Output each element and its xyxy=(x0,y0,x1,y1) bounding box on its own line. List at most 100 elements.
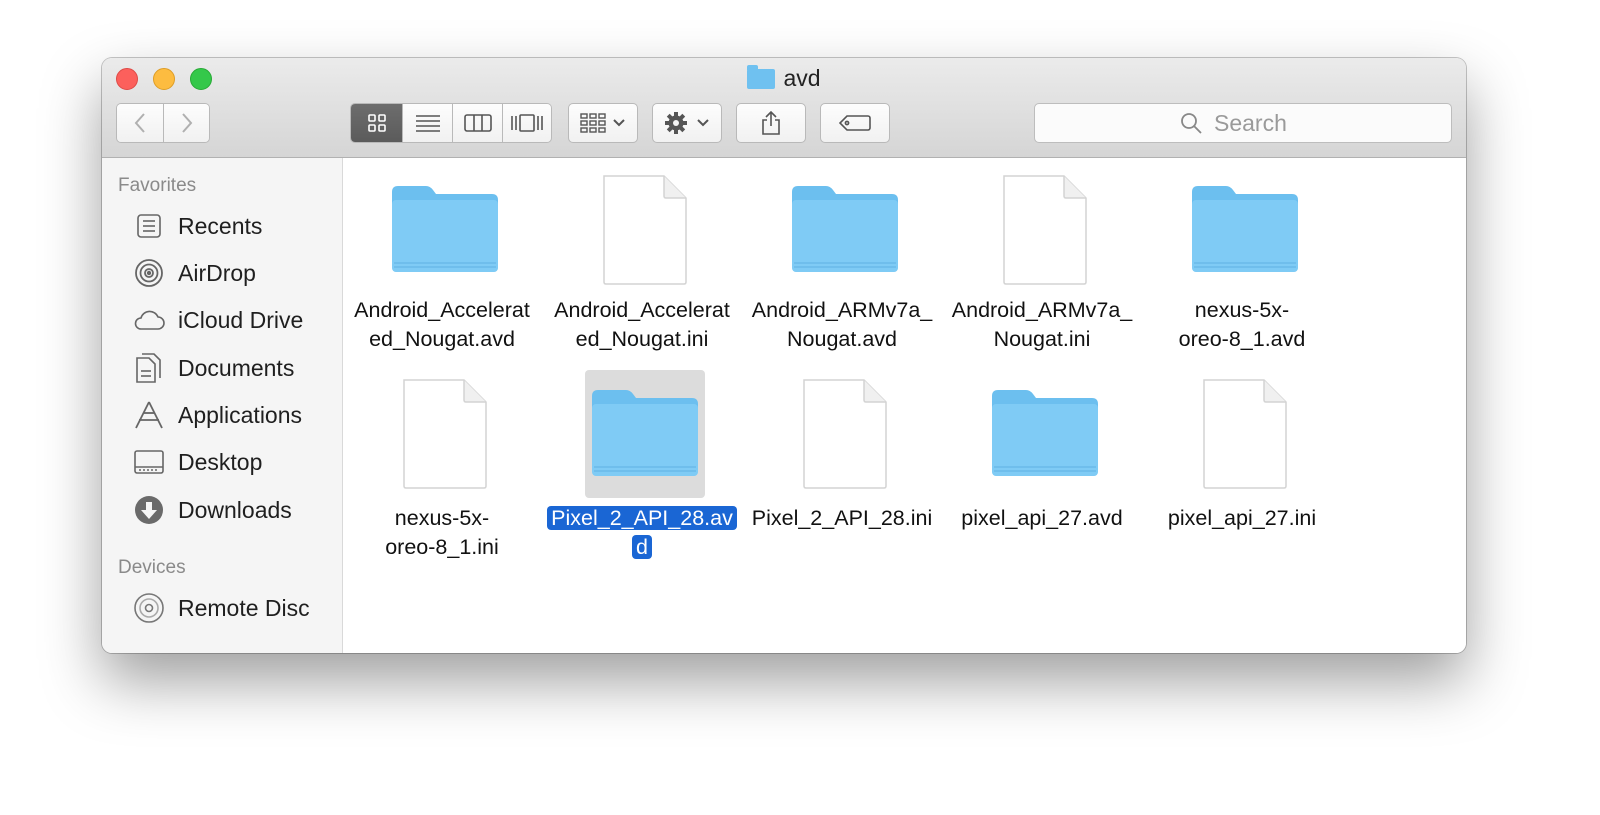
file-name-line: Android_ARMv7a_ xyxy=(751,298,933,322)
sidebar-item-downloads[interactable]: Downloads xyxy=(132,490,337,530)
cover-flow-view-button[interactable] xyxy=(503,104,551,142)
sidebar-item-desktop[interactable]: Desktop xyxy=(132,442,337,482)
file-name: Android_Accelerat ed_Nougat.ini xyxy=(544,296,740,354)
file-name: nexus-5x-oreo-8_1.avd xyxy=(1144,296,1340,354)
window-title: avd xyxy=(102,65,1466,92)
file-name: pixel_api_27.avd xyxy=(944,504,1140,533)
file-name-line: Nougat.avd xyxy=(787,327,897,351)
action-button[interactable] xyxy=(652,103,722,143)
file-name-line: Pixel_2_API_28.ini xyxy=(751,506,933,530)
recents-icon xyxy=(132,209,166,243)
file-name-line: Android_Accelerat xyxy=(554,298,730,322)
chevron-right-icon xyxy=(181,113,192,133)
sidebar-item-label: Desktop xyxy=(178,448,263,475)
window-title-text: avd xyxy=(783,65,821,91)
document-icon xyxy=(385,370,505,498)
file-item[interactable]: Pixel_2_API_28.ini xyxy=(744,370,940,560)
favorites-header: Favorites xyxy=(118,175,197,196)
file-name-line: d xyxy=(632,535,652,559)
gear-icon xyxy=(665,112,709,134)
chevron-left-icon xyxy=(134,113,145,133)
airdrop-icon xyxy=(132,256,166,290)
list-view-button[interactable] xyxy=(403,104,453,142)
file-item[interactable]: Android_Accelerat ed_Nougat.ini xyxy=(544,166,740,356)
file-name-line: oreo-8_1.ini xyxy=(385,535,499,559)
list-view-icon xyxy=(415,115,440,132)
sidebar-item-documents[interactable]: Documents xyxy=(132,348,337,388)
file-name-line: Pixel_2_API_28.av xyxy=(547,506,737,530)
file-name: Pixel_2_API_28.avd xyxy=(544,504,740,562)
sidebar-item-applications[interactable]: Applications xyxy=(132,395,337,435)
folder-icon xyxy=(1185,166,1305,294)
folder-icon xyxy=(747,65,776,89)
sidebar-item-airdrop[interactable]: AirDrop xyxy=(132,253,337,293)
column-view-icon xyxy=(463,114,492,132)
group-by-button[interactable] xyxy=(568,103,638,143)
tag-button[interactable] xyxy=(820,103,890,143)
file-item[interactable]: nexus-5x-oreo-8_1.ini xyxy=(344,370,540,560)
group-by-icon xyxy=(580,113,625,133)
file-name: Pixel_2_API_28.ini xyxy=(744,504,940,533)
file-item[interactable]: Android_Accelerat ed_Nougat.avd xyxy=(344,166,540,356)
cloud-icon xyxy=(132,303,166,337)
file-item[interactable]: nexus-5x-oreo-8_1.avd xyxy=(1144,166,1340,356)
sidebar-item-label: Documents xyxy=(178,354,295,381)
file-name: Android_ARMv7a_ Nougat.avd xyxy=(744,296,940,354)
folder-icon xyxy=(385,166,505,294)
finder-window: avd Search Favorites Recents AirDrop iCl… xyxy=(102,58,1466,653)
applications-icon xyxy=(132,398,166,432)
icon-view-icon xyxy=(367,114,386,132)
documents-icon xyxy=(132,351,166,385)
sidebar-item-label: iCloud Drive xyxy=(178,306,304,333)
tag-icon xyxy=(839,115,871,131)
search-field[interactable] xyxy=(1034,103,1452,143)
devices-header: Devices xyxy=(118,557,186,578)
search-input[interactable] xyxy=(1212,108,1306,138)
file-item-selected[interactable]: Pixel_2_API_28.avd xyxy=(544,370,740,560)
file-name-line: nexus-5x- xyxy=(394,506,490,530)
folder-icon xyxy=(585,370,705,498)
file-grid: Android_Accelerat ed_Nougat.avd Android_A… xyxy=(343,158,1466,653)
icon-view-button[interactable] xyxy=(351,104,403,142)
document-icon xyxy=(1185,370,1305,498)
file-name-line: nexus-5x- xyxy=(1194,298,1290,322)
file-name: nexus-5x-oreo-8_1.ini xyxy=(344,504,540,562)
sidebar-item-label: Remote Disc xyxy=(178,594,310,621)
sidebar-item-label: Downloads xyxy=(178,496,292,523)
view-mode-control xyxy=(350,103,552,143)
document-icon xyxy=(985,166,1105,294)
sidebar: Favorites Recents AirDrop iCloud Drive D… xyxy=(102,158,343,653)
file-name-line: oreo-8_1.avd xyxy=(1178,327,1306,351)
file-name-line: Android_ARMv7a_ xyxy=(951,298,1133,322)
file-item[interactable]: Android_ARMv7a_ Nougat.avd xyxy=(744,166,940,356)
sidebar-item-label: Applications xyxy=(178,401,303,428)
folder-icon xyxy=(785,166,905,294)
document-icon xyxy=(585,166,705,294)
sidebar-item-icloud-drive[interactable]: iCloud Drive xyxy=(132,300,337,340)
share-icon xyxy=(762,110,780,135)
desktop-icon xyxy=(132,445,166,479)
file-item[interactable]: pixel_api_27.ini xyxy=(1144,370,1340,560)
sidebar-item-remote-disc[interactable]: Remote Disc xyxy=(132,588,337,628)
folder-icon xyxy=(985,370,1105,498)
cover-flow-icon xyxy=(511,114,543,132)
file-name-line: pixel_api_27.avd xyxy=(961,506,1123,530)
share-button[interactable] xyxy=(736,103,806,143)
column-view-button[interactable] xyxy=(453,104,503,142)
file-name-line: ed_Nougat.ini xyxy=(575,327,709,351)
file-name: Android_Accelerat ed_Nougat.avd xyxy=(344,296,540,354)
forward-button[interactable] xyxy=(164,104,209,142)
sidebar-item-recents[interactable]: Recents xyxy=(132,206,337,246)
file-name-line: pixel_api_27.ini xyxy=(1167,506,1317,530)
file-name-line: Nougat.ini xyxy=(993,327,1091,351)
file-name-line: ed_Nougat.avd xyxy=(369,327,515,351)
back-button[interactable] xyxy=(117,104,164,142)
search-icon xyxy=(1181,113,1202,134)
titlebar: avd xyxy=(102,58,1466,158)
document-icon xyxy=(785,370,905,498)
sidebar-item-label: AirDrop xyxy=(178,259,256,286)
file-name: Android_ARMv7a_ Nougat.ini xyxy=(944,296,1140,354)
file-name: pixel_api_27.ini xyxy=(1144,504,1340,533)
file-item[interactable]: pixel_api_27.avd xyxy=(944,370,1140,560)
file-item[interactable]: Android_ARMv7a_ Nougat.ini xyxy=(944,166,1140,356)
